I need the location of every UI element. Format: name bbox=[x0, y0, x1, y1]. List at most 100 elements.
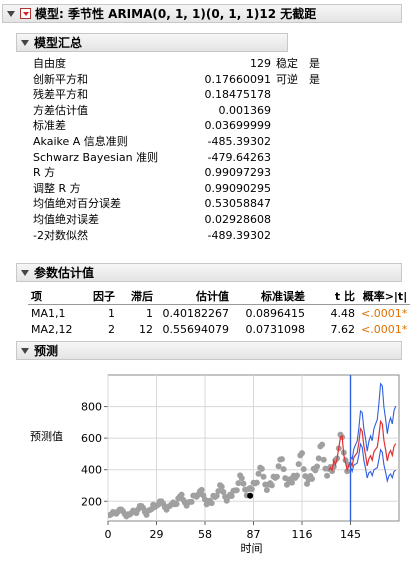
summary-extra-label: 可逆 bbox=[276, 72, 298, 86]
params-cell: 4.48 bbox=[330, 306, 356, 320]
params-cell: <.0001* bbox=[361, 306, 408, 320]
collapse-triangle-icon[interactable] bbox=[21, 269, 29, 276]
observed-point bbox=[275, 463, 282, 470]
x-tick-label: 87 bbox=[247, 528, 261, 541]
summary-value: 0.53058847 bbox=[204, 197, 271, 211]
params-cell: <.0001* bbox=[361, 322, 408, 336]
observed-point bbox=[278, 456, 285, 463]
forecast-header[interactable]: 预测 bbox=[16, 341, 402, 360]
summary-label: 均值绝对百分误差 bbox=[33, 197, 121, 211]
summary-row: Schwarz Bayesian 准则 -479.64263 bbox=[33, 150, 333, 166]
summary-value: 0.18475178 bbox=[204, 88, 271, 102]
observed-point bbox=[319, 441, 326, 448]
summary-value: -485.39302 bbox=[207, 134, 271, 148]
x-tick-label: 116 bbox=[292, 528, 313, 541]
forecast-chart[interactable]: 200 400 600 800 0 29 58 87 116 145 预测值时间 bbox=[0, 366, 414, 566]
summary-label: 标准差 bbox=[33, 119, 66, 133]
params-col-header[interactable]: t 比 bbox=[308, 288, 358, 305]
observed-point bbox=[258, 465, 265, 472]
observed-point bbox=[253, 479, 260, 486]
x-tick-label: 0 bbox=[105, 528, 112, 541]
params-col-header[interactable]: 因子 bbox=[82, 288, 118, 305]
params-cell: 0.40182267 bbox=[162, 306, 229, 320]
observed-point bbox=[255, 470, 262, 477]
x-tick-label: 29 bbox=[150, 528, 164, 541]
params-cell: 0.55694079 bbox=[162, 322, 229, 336]
observed-point bbox=[320, 456, 327, 463]
summary-value: -489.39302 bbox=[207, 228, 271, 242]
params-col-header[interactable]: 估计值 bbox=[156, 288, 232, 305]
summary-row: 均值绝对百分误差 0.53058847 bbox=[33, 196, 333, 212]
params-cell: 7.62 bbox=[330, 322, 356, 336]
y-axis-label: 预测值 bbox=[30, 430, 63, 443]
summary-label: 方差估计值 bbox=[33, 103, 88, 117]
observed-point bbox=[208, 500, 215, 507]
params-header[interactable]: 参数估计值 bbox=[16, 263, 402, 282]
summary-label: 自由度 bbox=[33, 57, 66, 70]
observed-point bbox=[280, 466, 287, 473]
params-cell: MA1,1 bbox=[31, 306, 66, 320]
summary-row: 均值绝对误差 0.02928608 bbox=[33, 212, 333, 228]
summary-row: 方差估计值 0.001369 bbox=[33, 103, 333, 119]
observed-point bbox=[309, 475, 316, 482]
params-col-header[interactable]: 滞后 bbox=[118, 288, 156, 305]
y-tick-label: 400 bbox=[81, 464, 102, 477]
summary-label: 均值绝对误差 bbox=[33, 212, 99, 226]
observed-point bbox=[293, 472, 300, 479]
summary-row: 残差平方和 0.18475178 bbox=[33, 87, 333, 103]
summary-title: 模型汇总 bbox=[34, 36, 83, 50]
y-tick-label: 200 bbox=[81, 495, 102, 508]
observed-point bbox=[188, 498, 195, 505]
summary-row: 调整 R 方 0.99090295 bbox=[33, 181, 333, 197]
summary-row: -2对数似然 -489.39302 bbox=[33, 228, 333, 244]
model-header[interactable]: 模型: 季节性 ARIMA(0, 1, 1)(0, 1, 1)12 无截距 bbox=[2, 4, 402, 23]
observed-point bbox=[218, 483, 225, 490]
params-col-header[interactable]: 项 bbox=[28, 288, 82, 305]
selected-point bbox=[247, 492, 254, 499]
summary-value: 129 bbox=[250, 57, 271, 70]
params-cell: 12 bbox=[139, 322, 153, 336]
forecast-title: 预测 bbox=[34, 344, 59, 358]
x-tick-label: 145 bbox=[340, 528, 361, 541]
collapse-triangle-icon[interactable] bbox=[21, 347, 29, 354]
params-header-row: 项因子 滞后 估计值 标准误差 t 比概率>|t| bbox=[28, 288, 411, 305]
observed-point bbox=[273, 473, 280, 480]
observed-point bbox=[228, 493, 235, 500]
summary-value: -479.64263 bbox=[207, 150, 271, 164]
collapse-triangle-icon[interactable] bbox=[7, 10, 15, 17]
observed-point bbox=[173, 500, 180, 507]
summary-value: 0.001369 bbox=[218, 103, 272, 117]
summary-extra-value: 是 bbox=[309, 72, 320, 86]
observed-point bbox=[295, 461, 302, 468]
params-col-header[interactable]: 概率>|t| bbox=[358, 288, 411, 305]
summary-value: 0.02928608 bbox=[204, 212, 271, 226]
summary-extra-label: 稳定 bbox=[276, 57, 298, 70]
summary-value: 0.99090295 bbox=[204, 181, 271, 195]
observed-point bbox=[314, 463, 321, 470]
params-cell: 2 bbox=[108, 322, 115, 336]
red-triangle-menu-icon[interactable] bbox=[20, 8, 31, 19]
summary-value: 0.99097293 bbox=[204, 166, 271, 180]
observed-point bbox=[300, 466, 307, 473]
summary-header[interactable]: 模型汇总 bbox=[16, 33, 288, 52]
observed-point bbox=[238, 475, 245, 482]
observed-point bbox=[324, 472, 331, 479]
collapse-triangle-icon[interactable] bbox=[21, 39, 29, 46]
observed-point bbox=[248, 486, 255, 493]
params-col-header[interactable]: 标准误差 bbox=[232, 288, 308, 305]
params-cell: 0.0896415 bbox=[245, 306, 306, 320]
summary-label: R 方 bbox=[33, 166, 56, 180]
summary-row: R 方 0.99097293 bbox=[33, 165, 333, 181]
params-cell: 1 bbox=[146, 306, 153, 320]
params-cell: 1 bbox=[108, 306, 115, 320]
x-axis-label: 时间 bbox=[241, 542, 263, 555]
observed-point bbox=[198, 486, 205, 493]
summary-label: -2对数似然 bbox=[33, 228, 88, 242]
summary-row: 标准差 0.03699999 bbox=[33, 118, 333, 134]
observed-point bbox=[299, 450, 305, 457]
summary-label: Akaike A 信息准则 bbox=[33, 134, 128, 148]
summary-table: 自由度 129 稳定是创新平方和 0.17660091 可逆是残差平方和 0.184751… bbox=[33, 56, 333, 243]
summary-value: 0.17660091 bbox=[204, 72, 271, 86]
table-row: MA1,1 1 1 0.40182267 0.0896415 4.48 <.0001* bbox=[28, 305, 410, 322]
summary-label: 调整 R 方 bbox=[33, 181, 81, 195]
